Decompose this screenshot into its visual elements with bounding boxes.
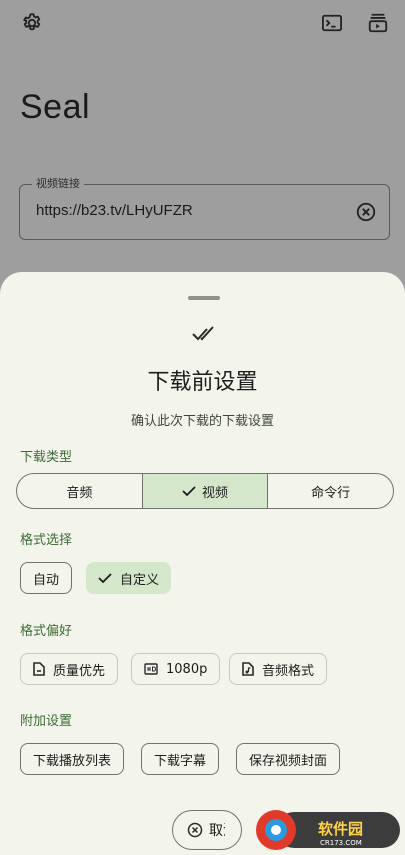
gear-icon (23, 13, 41, 31)
watermark-text: 软件园 (318, 820, 363, 838)
audio-file-icon (242, 662, 254, 676)
chip-custom-label: 自定义 (120, 572, 160, 588)
cancel-circle-icon (187, 822, 203, 838)
chip-save-thumbnail-label: 保存视频封面 (249, 753, 328, 769)
download-settings-sheet: 下载前设置 确认此次下载的下载设置 下载类型 音频 视频 命令行 格式选择 自动… (0, 272, 405, 855)
sheet-description: 确认此次下载的下载设置 (130, 414, 274, 429)
watermark-logo: 软件园 CR173.COM (256, 810, 400, 850)
download-type-segmented: 音频 视频 命令行 (16, 473, 394, 509)
hd-icon (144, 663, 158, 675)
chip-download-subtitles-label: 下载字幕 (154, 753, 207, 769)
check-icon (182, 486, 196, 497)
top-app-bar (0, 0, 405, 48)
chip-download-playlist-label: 下载播放列表 (33, 753, 112, 769)
clear-circle-icon[interactable] (355, 201, 377, 223)
format-preference-label: 格式偏好 (20, 624, 73, 639)
segment-audio[interactable]: 音频 (17, 474, 143, 508)
sheet-title: 下载前设置 (147, 370, 258, 395)
chip-auto-label: 自动 (33, 572, 60, 588)
chip-audio-format[interactable]: 音频格式 (229, 653, 328, 685)
segment-command[interactable]: 命令行 (268, 474, 393, 508)
chip-download-playlist[interactable]: 下载播放列表 (20, 743, 125, 775)
cancel-button[interactable]: 取消 (172, 810, 242, 850)
video-url-field[interactable]: 视频链接 https://b23.tv/LHyUFZR (19, 177, 390, 240)
format-selection-label: 格式选择 (20, 533, 73, 548)
cancel-button-label: 取消 (209, 823, 225, 839)
app-title: Seal (20, 88, 91, 126)
chip-custom[interactable]: 自定义 (86, 562, 172, 594)
chip-quality-first-label: 质量优先 (53, 663, 106, 679)
chip-quality-first[interactable]: 质量优先 (20, 653, 119, 685)
terminal-icon (322, 14, 342, 32)
watermark-subtext: CR173.COM (320, 839, 362, 847)
segment-video-label: 视频 (202, 485, 229, 501)
check-icon (98, 573, 112, 584)
chip-resolution[interactable]: 1080p (131, 653, 221, 685)
extra-settings-label: 附加设置 (20, 714, 73, 729)
download-type-label: 下载类型 (20, 450, 73, 465)
download-queue-button[interactable] (364, 9, 392, 37)
file-icon (33, 662, 45, 676)
chip-resolution-label: 1080p (166, 661, 208, 677)
chip-auto[interactable]: 自动 (20, 562, 73, 594)
chip-audio-format-label: 音频格式 (262, 663, 315, 679)
terminal-button[interactable] (318, 9, 346, 37)
segment-command-label: 命令行 (311, 485, 351, 501)
segment-video[interactable]: 视频 (142, 474, 269, 508)
chip-download-subtitles[interactable]: 下载字幕 (141, 743, 220, 775)
done-all-icon (192, 326, 214, 341)
segment-audio-label: 音频 (66, 485, 93, 501)
chip-save-thumbnail[interactable]: 保存视频封面 (236, 743, 341, 775)
sheet-drag-handle[interactable] (188, 296, 220, 300)
url-field-label: 视频链接 (32, 177, 84, 191)
settings-button[interactable] (18, 9, 46, 37)
url-field-value[interactable]: https://b23.tv/LHyUFZR (36, 202, 193, 219)
download-queue-icon (368, 13, 388, 33)
